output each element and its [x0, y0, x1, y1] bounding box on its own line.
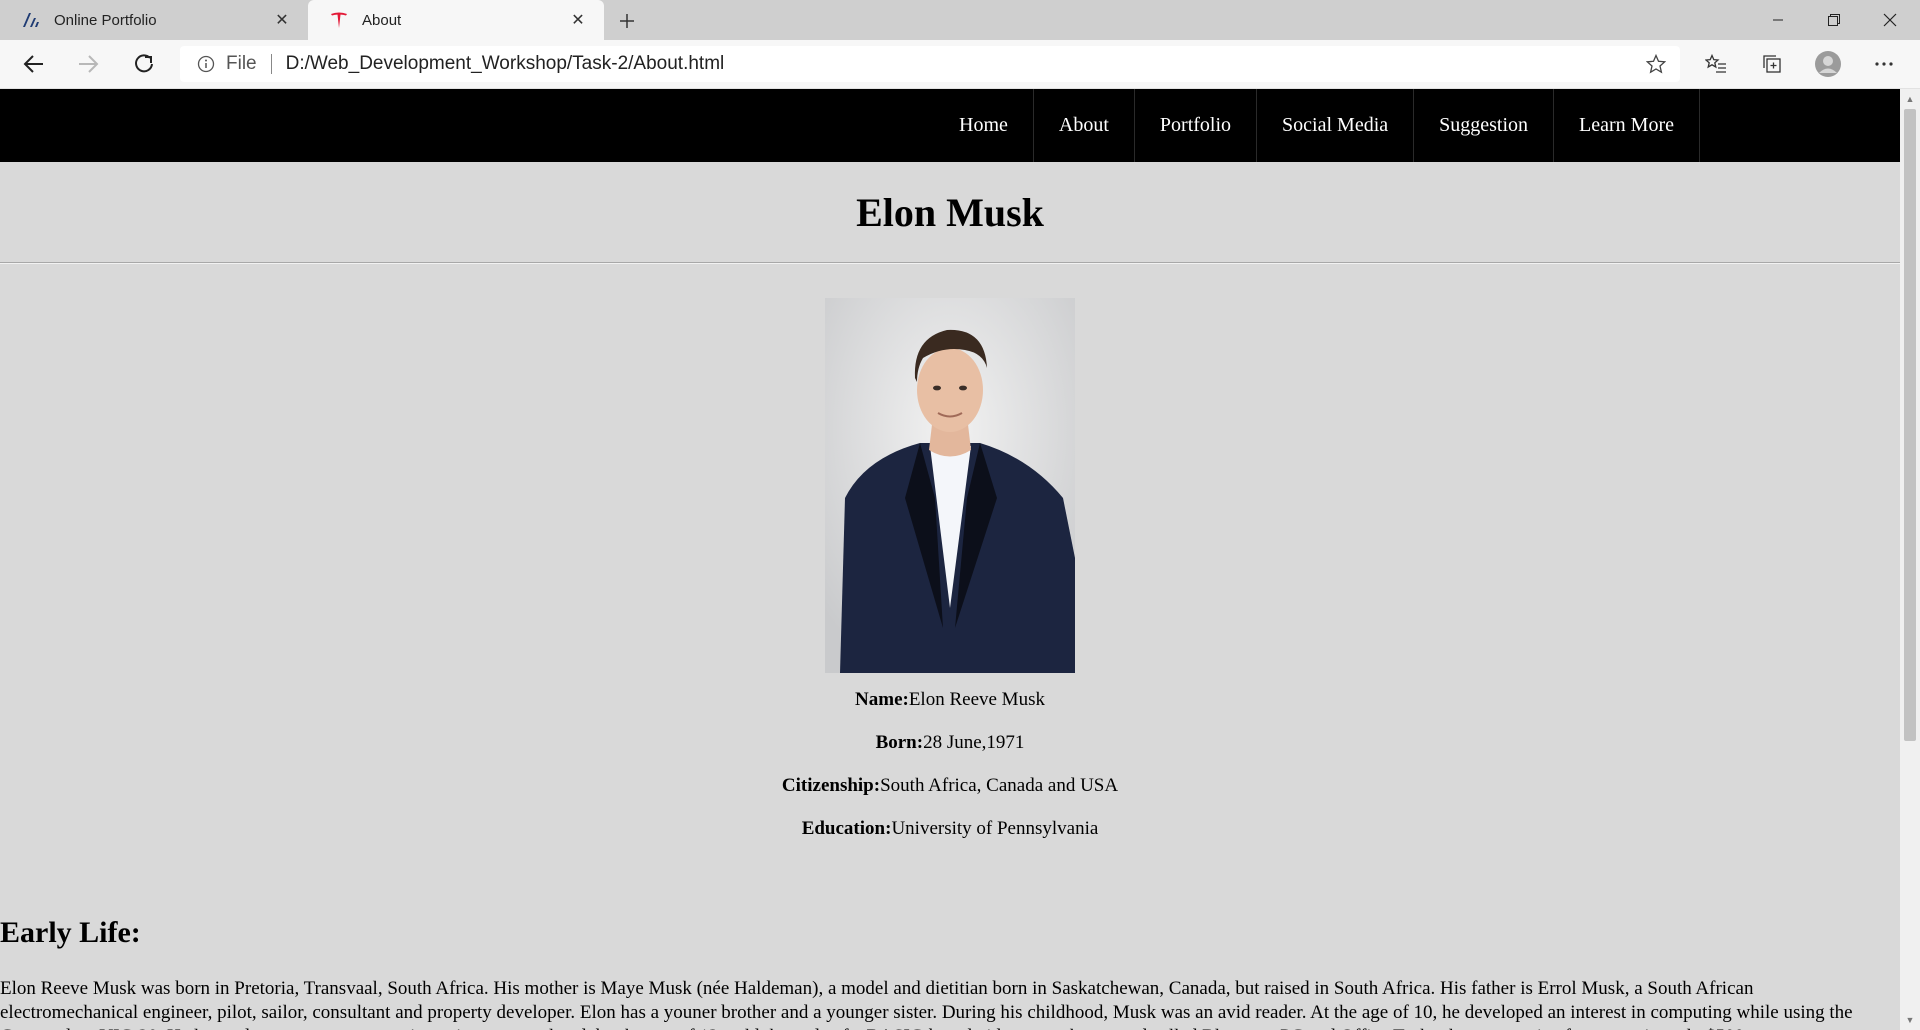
close-tab-icon[interactable]: ✕: [566, 8, 590, 32]
fact-value: 28 June,1971: [923, 732, 1025, 753]
fact-label: Name:: [855, 689, 909, 710]
fact-education: Education:University of Pennsylvania: [0, 818, 1900, 841]
minimize-icon[interactable]: [1750, 0, 1806, 40]
nav-link-portfolio[interactable]: Portfolio: [1135, 89, 1258, 162]
tab-title: About: [362, 11, 402, 29]
fact-name: Name:Elon Reeve Musk: [0, 689, 1900, 712]
fact-value: Elon Reeve Musk: [908, 689, 1045, 710]
collections-icon[interactable]: [1756, 48, 1788, 80]
fact-value: University of Pennsylvania: [891, 818, 1099, 839]
url-text[interactable]: D:/Web_Development_Workshop/Task-2/About…: [286, 53, 725, 75]
close-tab-icon[interactable]: ✕: [270, 8, 294, 32]
fact-born: Born:28 June,1971: [0, 732, 1900, 755]
url-scheme: File: [226, 53, 257, 74]
fact-label: Citizenship:: [781, 775, 881, 796]
nav-link-social-media[interactable]: Social Media: [1257, 89, 1415, 162]
info-icon[interactable]: [196, 54, 216, 74]
facts-list: Name:Elon Reeve Musk Born:28 June,1971 C…: [0, 689, 1900, 861]
portfolio-logo-icon: [22, 11, 40, 29]
nav-link-about[interactable]: About: [1034, 89, 1135, 162]
scrollbar-thumb[interactable]: [1904, 109, 1916, 741]
address-bar[interactable]: File D:/Web_Development_Workshop/Task-2/…: [180, 46, 1680, 82]
more-menu-icon[interactable]: [1868, 48, 1900, 80]
nav-link-learn-more[interactable]: Learn More: [1554, 89, 1700, 162]
scroll-down-icon[interactable]: ▼: [1904, 1013, 1916, 1027]
close-window-icon[interactable]: [1862, 0, 1918, 40]
nav-link-home[interactable]: Home: [934, 89, 1034, 162]
page-title: Elon Musk: [856, 190, 1044, 235]
browser-tab-about[interactable]: About ✕: [308, 0, 604, 40]
profile-avatar-icon[interactable]: [1812, 48, 1844, 80]
fact-citizenship: Citizenship:South Africa, Canada and USA: [0, 775, 1900, 798]
web-page: Home About Portfolio Social Media Sugges…: [0, 89, 1900, 1030]
restore-icon[interactable]: [1806, 0, 1862, 40]
site-navbar: Home About Portfolio Social Media Sugges…: [0, 89, 1900, 162]
favorite-star-icon[interactable]: [1645, 53, 1667, 80]
browser-tab-portfolio[interactable]: Online Portfolio ✕: [0, 0, 308, 40]
divider: [0, 262, 1900, 264]
fact-label: Born:: [875, 732, 924, 753]
fact-value: South Africa, Canada and USA: [880, 775, 1119, 796]
browser-toolbar: File D:/Web_Development_Workshop/Task-2/…: [0, 40, 1920, 89]
section-paragraph: Elon Reeve Musk was born in Pretoria, Tr…: [0, 978, 1853, 1030]
url-separator: [270, 54, 272, 74]
fact-label: Education:: [801, 818, 892, 839]
reload-icon[interactable]: [128, 48, 160, 80]
new-tab-icon[interactable]: [612, 6, 642, 36]
tesla-logo-icon: [330, 11, 348, 29]
nav-link-suggestion[interactable]: Suggestion: [1414, 89, 1555, 162]
section-title: Early Life:: [0, 916, 141, 949]
favorites-icon[interactable]: [1700, 48, 1732, 80]
nav-menu: Home About Portfolio Social Media Sugges…: [934, 89, 1700, 162]
scroll-up-icon[interactable]: ▲: [1904, 92, 1916, 106]
tab-title: Online Portfolio: [54, 11, 157, 29]
forward-icon[interactable]: [72, 48, 104, 80]
browser-tab-bar: Online Portfolio ✕ About ✕: [0, 0, 1920, 40]
back-icon[interactable]: [18, 48, 50, 80]
page-scrollbar[interactable]: ▲ ▼: [1900, 89, 1920, 1030]
portrait-image: [825, 298, 1075, 673]
